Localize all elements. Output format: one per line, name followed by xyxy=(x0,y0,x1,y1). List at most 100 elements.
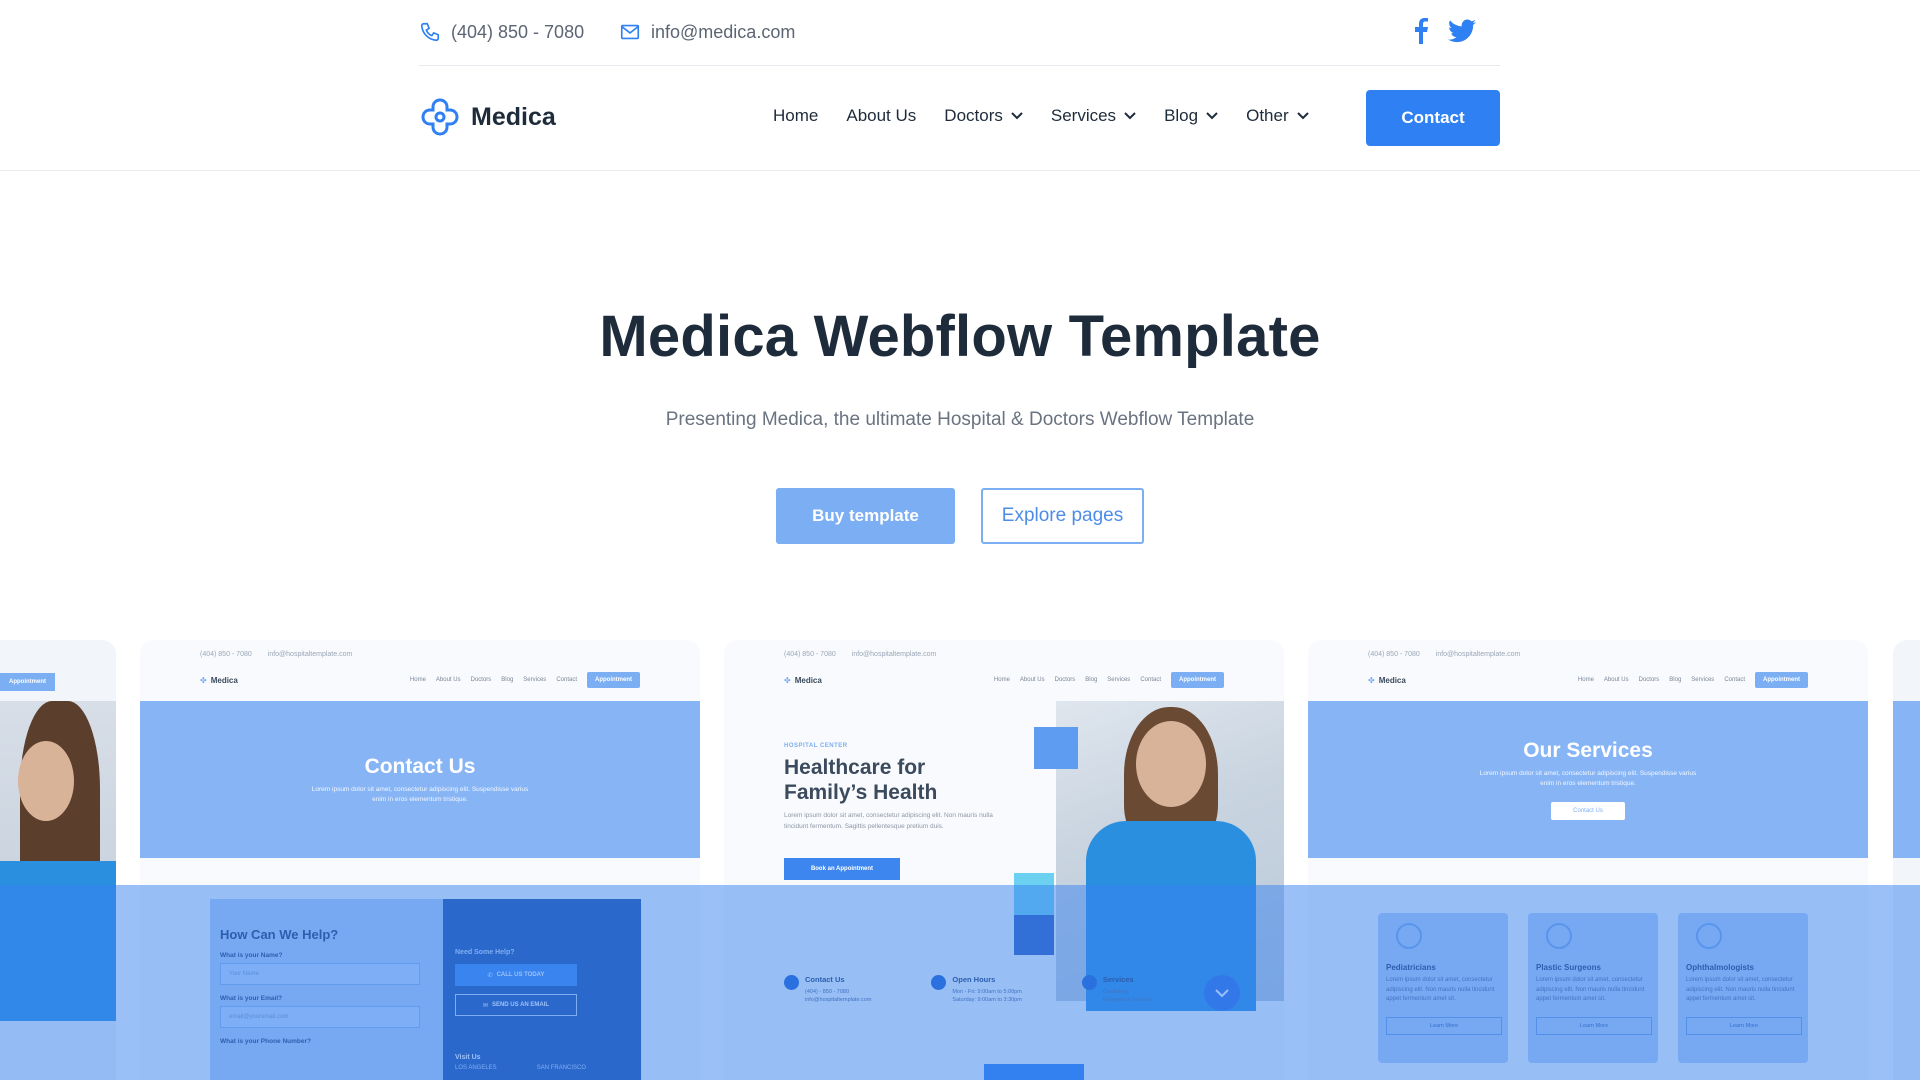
chevron-down-icon xyxy=(1011,112,1023,120)
buy-template-button[interactable]: Buy template xyxy=(776,488,955,544)
nav-doctors-label: Doctors xyxy=(944,106,1003,125)
mini-link: Services xyxy=(1691,677,1715,683)
mini-navbar: ✤ Medica Home About Us Doctors Blog Servi… xyxy=(200,670,640,690)
hero-subtitle: Presenting Medica, the ultimate Hospital… xyxy=(665,409,1255,430)
social-links xyxy=(1414,18,1476,44)
contact-banner-title: Contact Us xyxy=(364,754,476,778)
services-contact-button: Contact Us xyxy=(1551,802,1625,821)
mini-link: Contact xyxy=(556,677,577,683)
mini-email: info@hospitaltemplate.com xyxy=(267,650,353,658)
nav-about-us[interactable]: About Us xyxy=(846,106,916,126)
mini-brand: ✤ Medica xyxy=(200,676,238,685)
contact-banner-text: Lorem ipsum dolor sit amet, consectetur … xyxy=(311,785,529,803)
mini-logo-icon: ✤ xyxy=(200,675,207,685)
brand-logo[interactable]: Medica xyxy=(419,96,556,138)
mini-link: Home xyxy=(409,677,426,683)
brand-name: Medica xyxy=(471,102,556,131)
mini-link: About Us xyxy=(1603,677,1629,683)
mini-link: Home xyxy=(1577,677,1594,683)
mini-phone: (404) 850 - 7080 xyxy=(200,650,252,658)
mini-brand-name: Medica xyxy=(210,675,238,685)
mini-link: Services xyxy=(1107,677,1131,683)
mini-link: Services xyxy=(523,677,547,683)
book-appointment-button: Book an Appointment xyxy=(784,858,900,881)
phone-contact[interactable]: (404) 850 - 7080 xyxy=(419,21,584,43)
contact-button[interactable]: Contact xyxy=(1366,90,1500,146)
photo-face-shape xyxy=(18,741,74,821)
mini-navbar: ✤ Medica Home About Us Doctors Blog Servi… xyxy=(1368,670,1808,690)
photo-face-shape xyxy=(1136,721,1206,807)
mini-appointment-button: Appointment xyxy=(1171,672,1224,688)
services-banner: Our Services Lorem ipsum dolor sit amet,… xyxy=(1308,701,1868,858)
twitter-icon[interactable] xyxy=(1448,19,1476,43)
mini-logo-icon: ✤ xyxy=(1368,675,1375,685)
nav-services-label: Services xyxy=(1050,106,1117,125)
mini-menu: Home About Us Doctors Blog Services Cont… xyxy=(410,672,640,688)
mini-link: Blog xyxy=(1669,677,1682,683)
template-previews-strip: Appointment (404) 850 - 7080 info@hospit… xyxy=(0,640,1920,1080)
home-hero-title-line: Healthcare for xyxy=(784,756,926,779)
email-contact[interactable]: info@medica.com xyxy=(619,21,795,43)
mini-brand-name: Medica xyxy=(1378,675,1406,685)
mini-link: Blog xyxy=(1085,677,1098,683)
nav-home-label: Home xyxy=(773,106,819,125)
mini-brand: ✤ Medica xyxy=(1368,676,1406,685)
mini-brand: ✤ Medica xyxy=(784,676,822,685)
mini-topbar: (404) 850 - 7080 info@hospitaltemplate.c… xyxy=(784,646,1224,662)
mini-navbar: ✤ Medica Home About Us Doctors Blog Servi… xyxy=(784,670,1224,690)
mini-link: About Us xyxy=(435,677,461,683)
mini-appointment-button: Appointment xyxy=(587,672,640,688)
nav-other[interactable]: Other xyxy=(1246,106,1309,126)
nav-other-label: Other xyxy=(1246,106,1289,125)
mini-topbar: (404) 850 - 7080 info@hospitaltemplate.c… xyxy=(200,646,640,662)
main-navbar: Medica Home About Us Doctors Services Bl… xyxy=(0,66,1920,171)
hero-title: Medica Webflow Template xyxy=(599,304,1321,369)
nav-doctors[interactable]: Doctors xyxy=(944,106,1023,126)
home-hero-title-line: Family’s Health xyxy=(784,781,938,805)
mini-brand-name: Medica xyxy=(794,675,822,685)
home-hero-title: Healthcare for Family’s Health xyxy=(784,755,1004,805)
chevron-down-icon xyxy=(1124,112,1136,120)
nav-about-label: About Us xyxy=(846,106,917,125)
phone-number: (404) 850 - 7080 xyxy=(451,21,585,42)
mini-phone: (404) 850 - 7080 xyxy=(1368,650,1420,658)
nav-blog-label: Blog xyxy=(1164,106,1199,125)
phone-icon xyxy=(420,22,440,42)
mail-icon xyxy=(620,24,640,40)
top-contact-bar: (404) 850 - 7080 info@medica.com xyxy=(419,0,1500,66)
mini-logo-icon: ✤ xyxy=(784,675,791,685)
services-banner-text: Lorem ipsum dolor sit amet, consectetur … xyxy=(1479,769,1697,787)
email-address: info@medica.com xyxy=(651,21,796,42)
blue-tint-overlay xyxy=(0,885,1920,1080)
facebook-icon[interactable] xyxy=(1414,18,1428,44)
mini-phone: (404) 850 - 7080 xyxy=(784,650,836,658)
mini-link: Doctors xyxy=(470,677,492,683)
mini-link: Blog xyxy=(501,677,514,683)
medica-logo-icon xyxy=(421,98,459,136)
nav-home[interactable]: Home xyxy=(773,106,818,126)
mini-appointment-button: Appointment xyxy=(0,673,55,691)
nav-blog[interactable]: Blog xyxy=(1164,106,1218,126)
chevron-down-icon xyxy=(1296,112,1309,120)
home-hero-text: HOSPITAL CENTER Healthcare for Family’s … xyxy=(784,743,1004,881)
nav-services[interactable]: Services xyxy=(1051,106,1136,126)
mini-email: info@hospitaltemplate.com xyxy=(851,650,937,658)
home-hero-tag: HOSPITAL CENTER xyxy=(784,743,848,749)
mini-link: Contact xyxy=(1724,677,1745,683)
explore-pages-button[interactable]: Explore pages xyxy=(981,488,1144,544)
mini-link: Contact xyxy=(1140,677,1161,683)
mini-link: About Us xyxy=(1019,677,1045,683)
mini-menu: Home About Us Doctors Blog Services Cont… xyxy=(1578,672,1808,688)
mini-topbar: (404) 850 - 7080 info@hospitaltemplate.c… xyxy=(1368,646,1808,662)
main-menu: Home About Us Doctors Services Blog Othe… xyxy=(773,106,1309,126)
mini-appointment-button: Appointment xyxy=(1755,672,1808,688)
mini-link: Doctors xyxy=(1054,677,1076,683)
home-hero-desc: Lorem ipsum dolor sit amet, consectetur … xyxy=(784,812,993,830)
mini-link: Home xyxy=(993,677,1010,683)
decor-square xyxy=(1034,727,1078,769)
mini-email: info@hospitaltemplate.com xyxy=(1435,650,1521,658)
mini-link: Doctors xyxy=(1638,677,1660,683)
contact-banner: Contact Us Lorem ipsum dolor sit amet, c… xyxy=(140,701,700,858)
preview-banner-edge xyxy=(1893,701,1920,858)
services-banner-title: Our Services xyxy=(1523,738,1653,762)
